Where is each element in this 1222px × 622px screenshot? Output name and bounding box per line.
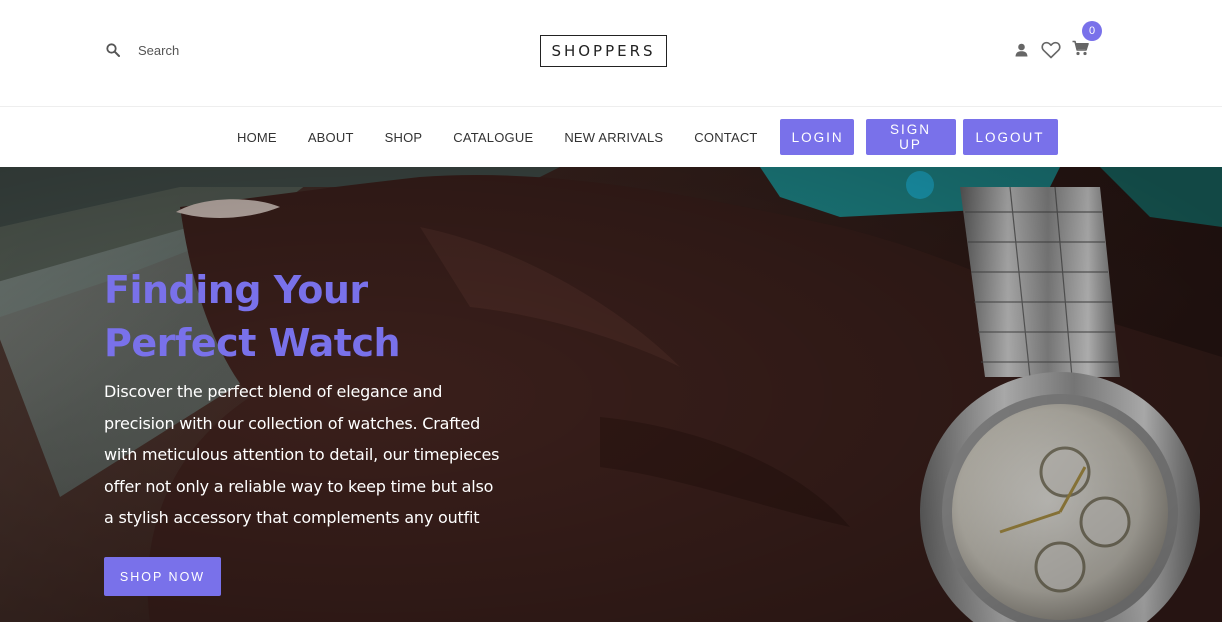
hero-title-line-2: Perfect Watch (104, 321, 401, 365)
search-input[interactable] (138, 42, 298, 58)
nav-catalogue-link[interactable]: CATALOGUE (453, 130, 533, 145)
nav-shop-link[interactable]: SHOP (385, 130, 423, 145)
login-button[interactable]: LOGIN (779, 119, 854, 155)
hero-banner: Finding Your Perfect Watch Discover the … (0, 167, 1222, 622)
header-icons: 0 (1012, 21, 1102, 61)
cart-count-badge: 0 (1082, 21, 1102, 41)
search-bar (104, 38, 298, 62)
nav-home-link[interactable]: HOME (237, 130, 277, 145)
cart-icon[interactable] (1070, 38, 1090, 58)
hero-title: Finding Your Perfect Watch (104, 264, 524, 370)
sign-up-button[interactable]: SIGN UP (865, 119, 956, 155)
hero-description: Discover the perfect blend of elegance a… (104, 382, 500, 527)
shop-now-button[interactable]: SHOP NOW (104, 557, 221, 596)
person-icon[interactable] (1012, 40, 1030, 60)
nav-contact-link[interactable]: CONTACT (694, 130, 757, 145)
main-navigation: HOME ABOUT SHOP CATALOGUE NEW ARRIVALS C… (0, 107, 1222, 167)
hero-title-line-1: Finding Your (104, 268, 368, 312)
cart[interactable]: 0 (1070, 21, 1102, 61)
search-icon[interactable] (104, 41, 122, 59)
logout-button[interactable]: LOGOUT (962, 119, 1058, 155)
site-header: SHOPPERS 0 (0, 0, 1222, 107)
nav-new-arrivals-link[interactable]: NEW ARRIVALS (564, 130, 663, 145)
nav-about-link[interactable]: ABOUT (308, 130, 354, 145)
site-logo[interactable]: SHOPPERS (540, 35, 667, 67)
heart-icon[interactable] (1040, 40, 1062, 60)
